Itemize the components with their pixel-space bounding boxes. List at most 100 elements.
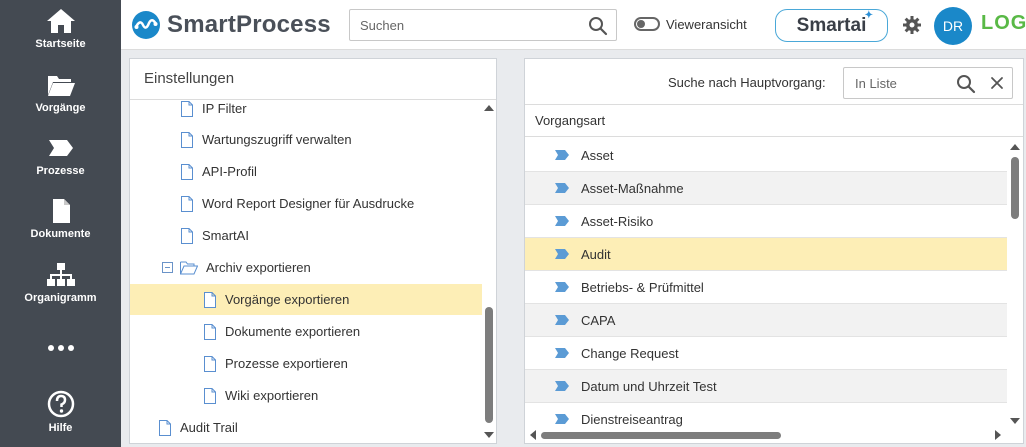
- search-icon[interactable]: [588, 16, 608, 36]
- tree-folder-archiv[interactable]: Archiv exportieren: [130, 252, 482, 283]
- list-vertical-scrollbar[interactable]: [1007, 139, 1023, 429]
- process-chevron-icon: [555, 414, 569, 424]
- settings-tree: IP Filter Wartungszugriff verwalten API-…: [130, 100, 482, 443]
- document-icon: [204, 323, 216, 340]
- search-box[interactable]: [349, 9, 617, 41]
- list-item[interactable]: Asset: [525, 139, 1007, 172]
- list-item[interactable]: Datum und Uhrzeit Test: [525, 370, 1007, 403]
- tree-item[interactable]: Wartungszugriff verwalten: [130, 124, 482, 155]
- nav-prozesse[interactable]: Prozesse: [0, 135, 121, 177]
- list-item[interactable]: Change Request: [525, 337, 1007, 370]
- nav-label: Startseite: [35, 38, 86, 50]
- process-type-panel: Suche nach Hauptvorgang: Vorgangsart Ass…: [524, 58, 1024, 444]
- tree-item-label: Wiki exportieren: [225, 388, 319, 403]
- logo-text: SmartProcess: [167, 11, 331, 38]
- nav-vorgaenge[interactable]: Vorgänge: [0, 72, 121, 114]
- document-icon: [181, 131, 193, 148]
- list-item-label: Asset-Risiko: [581, 213, 654, 229]
- collapse-toggle-icon[interactable]: [162, 262, 173, 273]
- scroll-down-arrow-icon[interactable]: [1010, 418, 1020, 424]
- tree-item[interactable]: Word Report Designer für Ausdrucke: [130, 188, 482, 219]
- list-item-selected[interactable]: Audit: [525, 238, 1007, 271]
- nav-hilfe[interactable]: Hilfe: [0, 390, 121, 434]
- tree-item-label: Vorgänge exportieren: [225, 292, 350, 307]
- clear-icon[interactable]: [990, 76, 1004, 90]
- header: SmartProcess Vieweransicht Smartai ✦ DR …: [121, 0, 1026, 50]
- list-item-label: Asset-Maßnahme: [581, 180, 684, 196]
- nav-label: Hilfe: [48, 422, 73, 434]
- list-item-label: Datum und Uhrzeit Test: [581, 378, 717, 394]
- tree-item[interactable]: Prozesse exportieren: [130, 348, 482, 379]
- folder-open-icon: [180, 261, 198, 274]
- document-icon: [204, 387, 216, 404]
- list-item[interactable]: Asset-Risiko: [525, 205, 1007, 238]
- process-chevron-icon: [555, 249, 569, 259]
- process-chevron-icon: [555, 348, 569, 358]
- filter-bar: Suche nach Hauptvorgang:: [525, 59, 1023, 105]
- process-chevron-icon: [555, 216, 569, 226]
- more-dots-icon: [47, 345, 74, 351]
- tree-item-label: Audit Trail: [180, 420, 238, 435]
- scrollbar-thumb[interactable]: [541, 432, 781, 439]
- document-icon: [181, 163, 193, 180]
- nav-label: Vorgänge: [35, 102, 86, 114]
- tree-item[interactable]: IP Filter: [130, 100, 482, 124]
- nav-startseite[interactable]: Startseite: [0, 8, 121, 50]
- document-icon: [52, 199, 70, 223]
- smartai-label: Smartai: [796, 15, 867, 36]
- list-item-label: Betriebs- & Prüfmittel: [581, 279, 704, 295]
- avatar[interactable]: DR: [934, 7, 972, 45]
- document-icon: [181, 227, 193, 244]
- list-item-label: Asset: [581, 147, 614, 163]
- column-header[interactable]: Vorgangsart: [525, 106, 1023, 137]
- tree-item[interactable]: Wiki exportieren: [130, 380, 482, 411]
- tree-item-label: Archiv exportieren: [206, 260, 311, 275]
- tree-item-label: Prozesse exportieren: [225, 356, 348, 371]
- scroll-up-arrow-icon[interactable]: [1010, 144, 1020, 150]
- settings-panel: Einstellungen IP Filter Wartungszugriff …: [129, 58, 497, 444]
- logo[interactable]: SmartProcess: [131, 9, 331, 41]
- list-item[interactable]: CAPA: [525, 304, 1007, 337]
- nav-dokumente[interactable]: Dokumente: [0, 198, 121, 240]
- scroll-left-arrow-icon[interactable]: [530, 430, 536, 440]
- gear-icon[interactable]: [902, 15, 922, 35]
- list-item[interactable]: Betriebs- & Prüfmittel: [525, 271, 1007, 304]
- list-item[interactable]: Asset-Maßnahme: [525, 172, 1007, 205]
- viewer-toggle-label: Vieweransicht: [666, 17, 747, 32]
- tree-item[interactable]: Audit Trail: [130, 412, 482, 443]
- tree-item-selected[interactable]: Vorgänge exportieren: [130, 284, 482, 315]
- list-item-label: Audit: [581, 246, 611, 262]
- tree-item-label: IP Filter: [202, 101, 247, 116]
- logo-mark-icon: [132, 11, 160, 39]
- process-chevron-icon: [48, 140, 73, 156]
- search-icon[interactable]: [956, 74, 976, 94]
- tree-item-label: Wartungszugriff verwalten: [202, 132, 352, 147]
- search-input[interactable]: [350, 10, 580, 40]
- process-type-list: Asset Asset-Maßnahme Asset-Risiko Audit …: [525, 139, 1007, 427]
- tree-scrollbar[interactable]: [482, 100, 496, 443]
- document-icon: [204, 355, 216, 372]
- scroll-up-arrow-icon[interactable]: [484, 105, 494, 111]
- tree-item[interactable]: SmartAI: [130, 220, 482, 251]
- viewer-toggle[interactable]: [634, 17, 660, 31]
- panel-title: Einstellungen: [130, 59, 496, 100]
- list-horizontal-scrollbar[interactable]: [525, 427, 1023, 443]
- scrollbar-thumb[interactable]: [485, 307, 493, 423]
- filter-input[interactable]: [844, 68, 944, 98]
- tree-item[interactable]: API-Profil: [130, 156, 482, 187]
- nav-organigramm[interactable]: Organigramm: [0, 262, 121, 304]
- scroll-right-arrow-icon[interactable]: [995, 430, 1001, 440]
- scroll-down-arrow-icon[interactable]: [484, 432, 494, 438]
- scrollbar-thumb[interactable]: [1011, 157, 1019, 219]
- smartai-button[interactable]: Smartai ✦: [775, 9, 888, 42]
- nav-label: Prozesse: [36, 165, 85, 177]
- document-icon: [159, 419, 171, 436]
- filter-box[interactable]: [843, 67, 1013, 99]
- sidebar: Startseite Vorgänge Prozesse Dokumente O…: [0, 0, 121, 447]
- list-item[interactable]: Dienstreiseantrag: [525, 403, 1007, 427]
- list-item-label: CAPA: [581, 312, 616, 328]
- nav-more[interactable]: [0, 342, 121, 354]
- list-item-label: Dienstreiseantrag: [581, 411, 683, 427]
- nav-label: Organigramm: [24, 292, 97, 304]
- tree-item[interactable]: Dokumente exportieren: [130, 316, 482, 347]
